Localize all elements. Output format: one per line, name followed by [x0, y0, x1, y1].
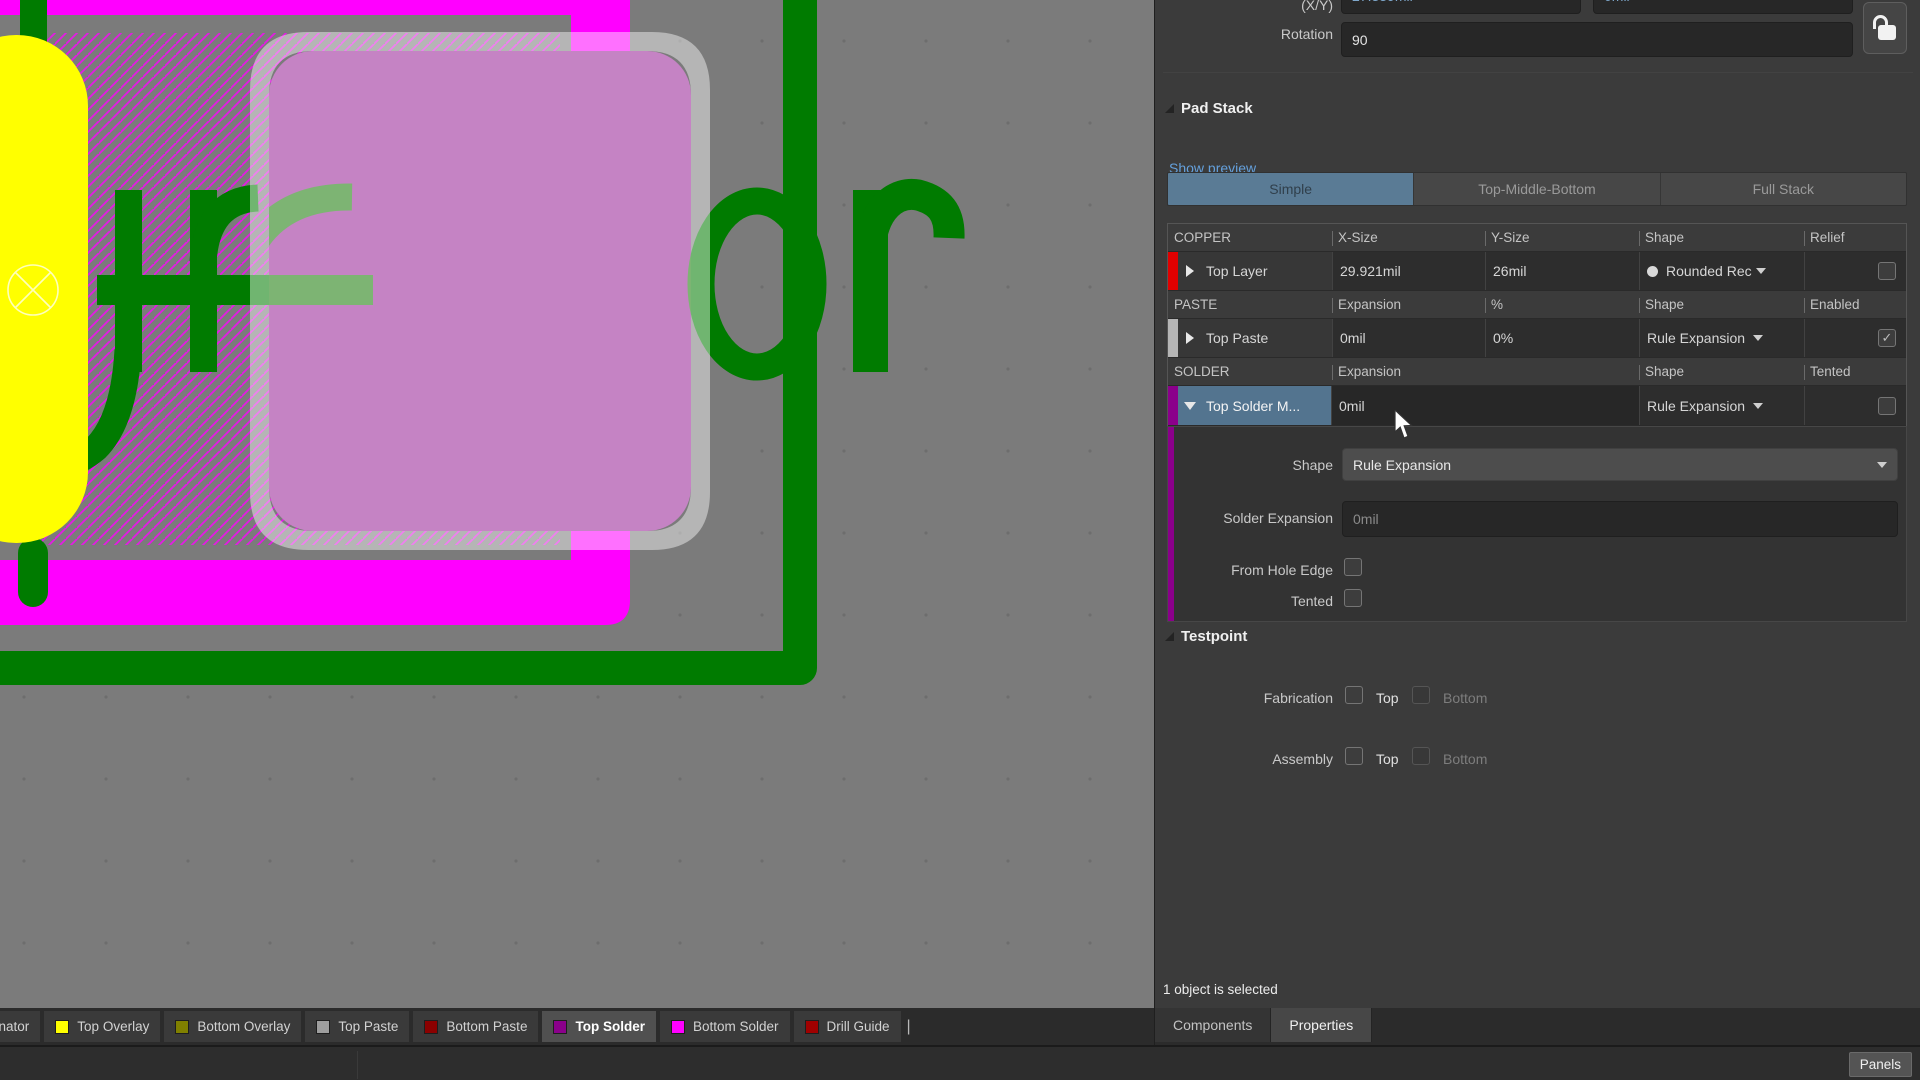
solder-expansion-cell[interactable]: 0mil [1331, 386, 1639, 425]
relief-checkbox[interactable] [1878, 262, 1896, 280]
layer-color-icon [55, 1020, 69, 1034]
from-hole-edge-checkbox[interactable] [1344, 558, 1362, 576]
layer-tab-top-solder[interactable]: Top Solder [542, 1011, 656, 1042]
y-position-field[interactable]: 0mil [1593, 0, 1853, 14]
fabrication-bottom-checkbox[interactable] [1412, 686, 1430, 704]
layer-color-icon [316, 1020, 330, 1034]
fabrication-label: Fabrication [1155, 690, 1333, 706]
layer-tab-top-overlay[interactable]: Top Overlay [44, 1011, 160, 1042]
pad-stack-table: COPPER X-Size Y-Size Shape Relief Top La… [1167, 223, 1907, 426]
divider [1163, 72, 1913, 73]
layer-tab-bottom-paste[interactable]: Bottom Paste [413, 1011, 538, 1042]
paste-percent-cell[interactable]: 0% [1485, 319, 1639, 357]
solder-expansion-label: Solder Expansion [1168, 510, 1333, 526]
xy-label: (X/Y) [1155, 0, 1333, 13]
status-bar: Panels [0, 1045, 1920, 1080]
shape-dropdown[interactable]: Rule Expansion [1342, 448, 1898, 481]
layer-color-icon [671, 1020, 685, 1034]
layer-color-icon [424, 1020, 438, 1034]
paste-shape-cell[interactable]: Rule Expansion [1639, 319, 1804, 357]
rotation-field[interactable]: 90 [1341, 22, 1853, 57]
rounded-rect-icon [1647, 266, 1658, 277]
copper-header-row: COPPER X-Size Y-Size Shape Relief [1168, 224, 1906, 251]
fabrication-top-label: Top [1376, 690, 1399, 706]
chevron-down-icon[interactable] [1753, 335, 1763, 341]
solder-detail-panel: Shape Rule Expansion Solder Expansion 0m… [1167, 426, 1907, 622]
assembly-bottom-label: Bottom [1443, 751, 1487, 767]
panel-tab-bar: Components Properties [1154, 1008, 1920, 1045]
chevron-down-icon[interactable] [1756, 268, 1766, 274]
layer-color-chip [1168, 252, 1178, 290]
solder-tented-checkbox[interactable] [1878, 397, 1896, 415]
chevron-down-icon[interactable] [1753, 403, 1763, 409]
lock-button[interactable] [1863, 2, 1907, 54]
tented-checkbox[interactable] [1344, 589, 1362, 607]
solder-header-row: SOLDER Expansion Shape Tented [1168, 358, 1906, 385]
tab-components[interactable]: Components [1155, 1008, 1271, 1042]
x-position-field[interactable]: 27.339mil [1341, 0, 1581, 14]
solder-expansion-field[interactable]: 0mil [1342, 501, 1898, 537]
panels-button[interactable]: Panels [1849, 1052, 1912, 1077]
fabrication-top-checkbox[interactable] [1345, 686, 1363, 704]
layer-color-chip [1168, 386, 1178, 425]
layer-color-icon [175, 1020, 189, 1034]
selected-layer-label[interactable]: Top Solder M... [1178, 386, 1331, 425]
expand-down-icon[interactable] [1184, 402, 1196, 410]
layer-color-chip [1168, 319, 1178, 357]
x-size-cell[interactable]: 29.921mil [1332, 252, 1485, 290]
tab-properties[interactable]: Properties [1271, 1008, 1372, 1042]
layer-bar-overflow: | [907, 1018, 911, 1036]
selection-status: 1 object is selected [1163, 982, 1278, 997]
stack-mode-tabs: Simple Top-Middle-Bottom Full Stack [1167, 172, 1907, 206]
top-paste-row[interactable]: Top Paste 0mil 0% Rule Expansion [1168, 318, 1906, 358]
from-hole-edge-label: From Hole Edge [1168, 562, 1333, 578]
status-divider [357, 1051, 358, 1079]
assembly-bottom-checkbox[interactable] [1412, 747, 1430, 765]
properties-panel: (X/Y) 27.339mil 0mil Rotation 90 Pad Sta… [1154, 0, 1920, 1008]
pad-stack-title: Pad Stack [1181, 100, 1253, 117]
rotation-label: Rotation [1155, 26, 1333, 42]
top-overlay-pad[interactable] [0, 35, 88, 543]
paste-enabled-checkbox[interactable] [1878, 329, 1896, 347]
layer-tab-bar: m Designator Top Overlay Bottom Overlay … [0, 1008, 1154, 1045]
pcb-canvas[interactable] [0, 0, 1154, 1008]
tab-full-stack[interactable]: Full Stack [1661, 173, 1906, 205]
layer-tab-top-paste[interactable]: Top Paste [305, 1011, 409, 1042]
assembly-top-checkbox[interactable] [1345, 747, 1363, 765]
collapse-triangle-icon [1165, 104, 1174, 113]
testpoint-title: Testpoint [1181, 628, 1247, 645]
tab-simple[interactable]: Simple [1168, 173, 1414, 205]
paste-header-row: PASTE Expansion % Shape Enabled [1168, 291, 1906, 318]
layer-color-icon [805, 1020, 819, 1034]
layer-tab-bottom-designator[interactable]: m Designator [0, 1011, 40, 1042]
fabrication-bottom-label: Bottom [1443, 690, 1487, 706]
chevron-down-icon [1877, 462, 1887, 468]
layer-color-icon [553, 1020, 567, 1034]
pad-stack-header[interactable]: Pad Stack [1165, 100, 1253, 117]
top-layer-row[interactable]: Top Layer 29.921mil 26mil Rounded Rec [1168, 251, 1906, 291]
y-size-cell[interactable]: 26mil [1485, 252, 1639, 290]
pcb-drawing [0, 0, 1154, 1008]
tented-label: Tented [1168, 593, 1333, 609]
testpoint-header[interactable]: Testpoint [1165, 628, 1247, 645]
layer-tab-drill-guide[interactable]: Drill Guide [794, 1011, 901, 1042]
top-solder-row[interactable]: Top Solder M... 0mil Rule Expansion [1168, 385, 1906, 426]
unlocked-padlock-icon [1873, 15, 1897, 41]
assembly-top-label: Top [1376, 751, 1399, 767]
solder-shape-cell[interactable]: Rule Expansion [1639, 386, 1804, 425]
layer-tab-bottom-overlay[interactable]: Bottom Overlay [164, 1011, 301, 1042]
shape-label: Shape [1168, 457, 1333, 473]
shape-cell[interactable]: Rounded Rec [1639, 252, 1804, 290]
tab-top-middle-bottom[interactable]: Top-Middle-Bottom [1414, 173, 1660, 205]
expand-right-icon[interactable] [1186, 265, 1194, 277]
paste-expansion-cell[interactable]: 0mil [1332, 319, 1485, 357]
layer-tab-bottom-solder[interactable]: Bottom Solder [660, 1011, 790, 1042]
assembly-label: Assembly [1155, 751, 1333, 767]
expand-right-icon[interactable] [1186, 332, 1194, 344]
collapse-triangle-icon [1165, 632, 1174, 641]
